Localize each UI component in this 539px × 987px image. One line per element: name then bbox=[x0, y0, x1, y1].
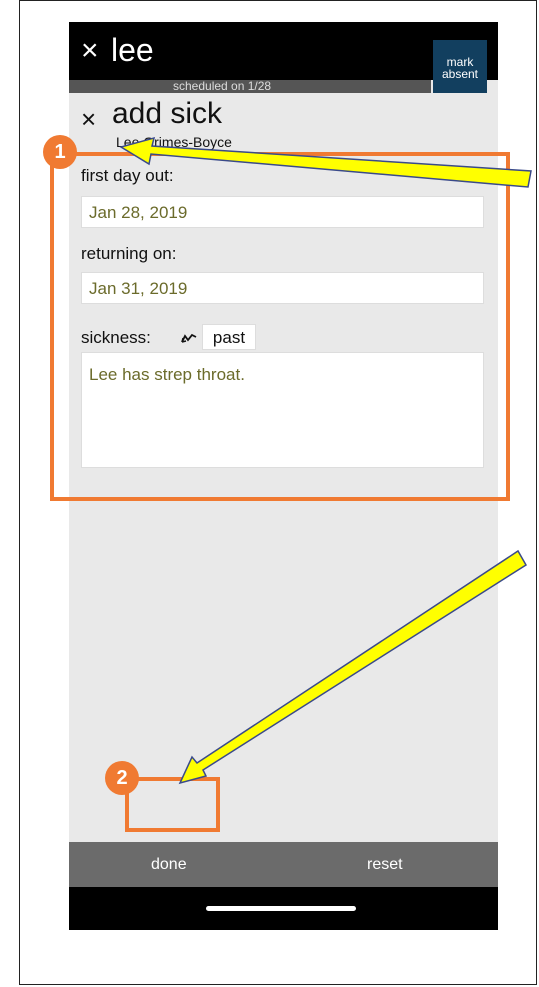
mark-absent-line2: absent bbox=[441, 67, 479, 81]
home-indicator[interactable] bbox=[206, 906, 356, 911]
done-button[interactable]: done bbox=[151, 856, 187, 874]
callout-box-2 bbox=[125, 777, 220, 832]
person-name: Lee Grimes-Boyce bbox=[116, 134, 232, 150]
sheet-title: add sick bbox=[112, 97, 223, 130]
close-sheet-icon[interactable]: × bbox=[81, 104, 96, 135]
reset-button[interactable]: reset bbox=[367, 856, 403, 874]
close-icon[interactable]: × bbox=[81, 34, 99, 68]
home-bar bbox=[69, 887, 498, 930]
employee-name: lee bbox=[111, 32, 154, 68]
callout-badge-2: 2 bbox=[105, 761, 139, 795]
callout-box-1 bbox=[50, 152, 510, 501]
bottom-bar: done reset bbox=[69, 842, 498, 887]
mark-absent-button[interactable]: mark absent bbox=[433, 40, 487, 93]
scheduled-date: scheduled on 1/28 bbox=[69, 80, 431, 93]
callout-badge-1: 1 bbox=[43, 135, 77, 169]
